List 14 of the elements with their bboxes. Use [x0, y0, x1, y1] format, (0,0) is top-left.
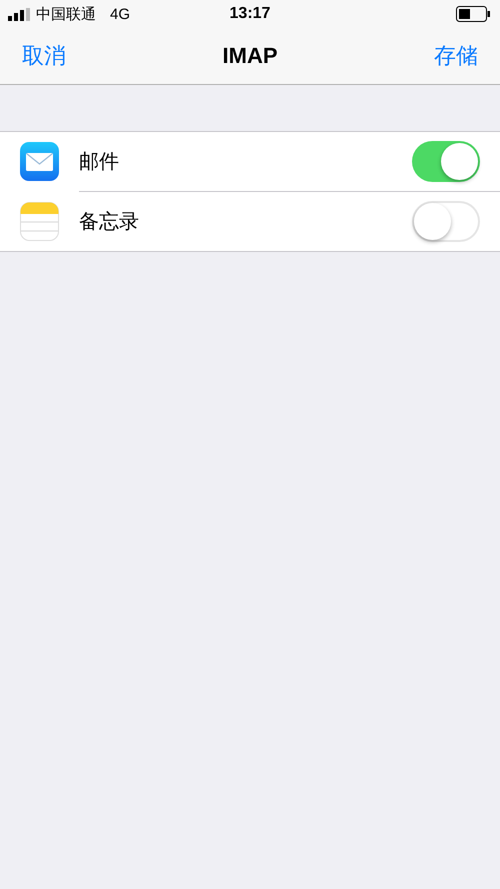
signal-icon — [8, 8, 30, 20]
carrier-name: 中国联通 — [36, 4, 96, 24]
network-type: 4G — [110, 6, 130, 22]
cancel-button[interactable]: 取消 — [22, 41, 66, 71]
battery-icon — [456, 6, 490, 22]
envelope-icon — [20, 142, 59, 181]
toggle-switch[interactable] — [412, 141, 480, 182]
notepad-icon — [20, 202, 59, 241]
row-label: 邮件 — [79, 150, 120, 175]
save-button[interactable]: 存储 — [434, 41, 478, 71]
status-time: 13:17 — [230, 5, 270, 22]
toggle-switch[interactable] — [412, 201, 480, 242]
row-label: 备忘录 — [79, 210, 140, 235]
nav-title: IMAP — [222, 43, 278, 69]
